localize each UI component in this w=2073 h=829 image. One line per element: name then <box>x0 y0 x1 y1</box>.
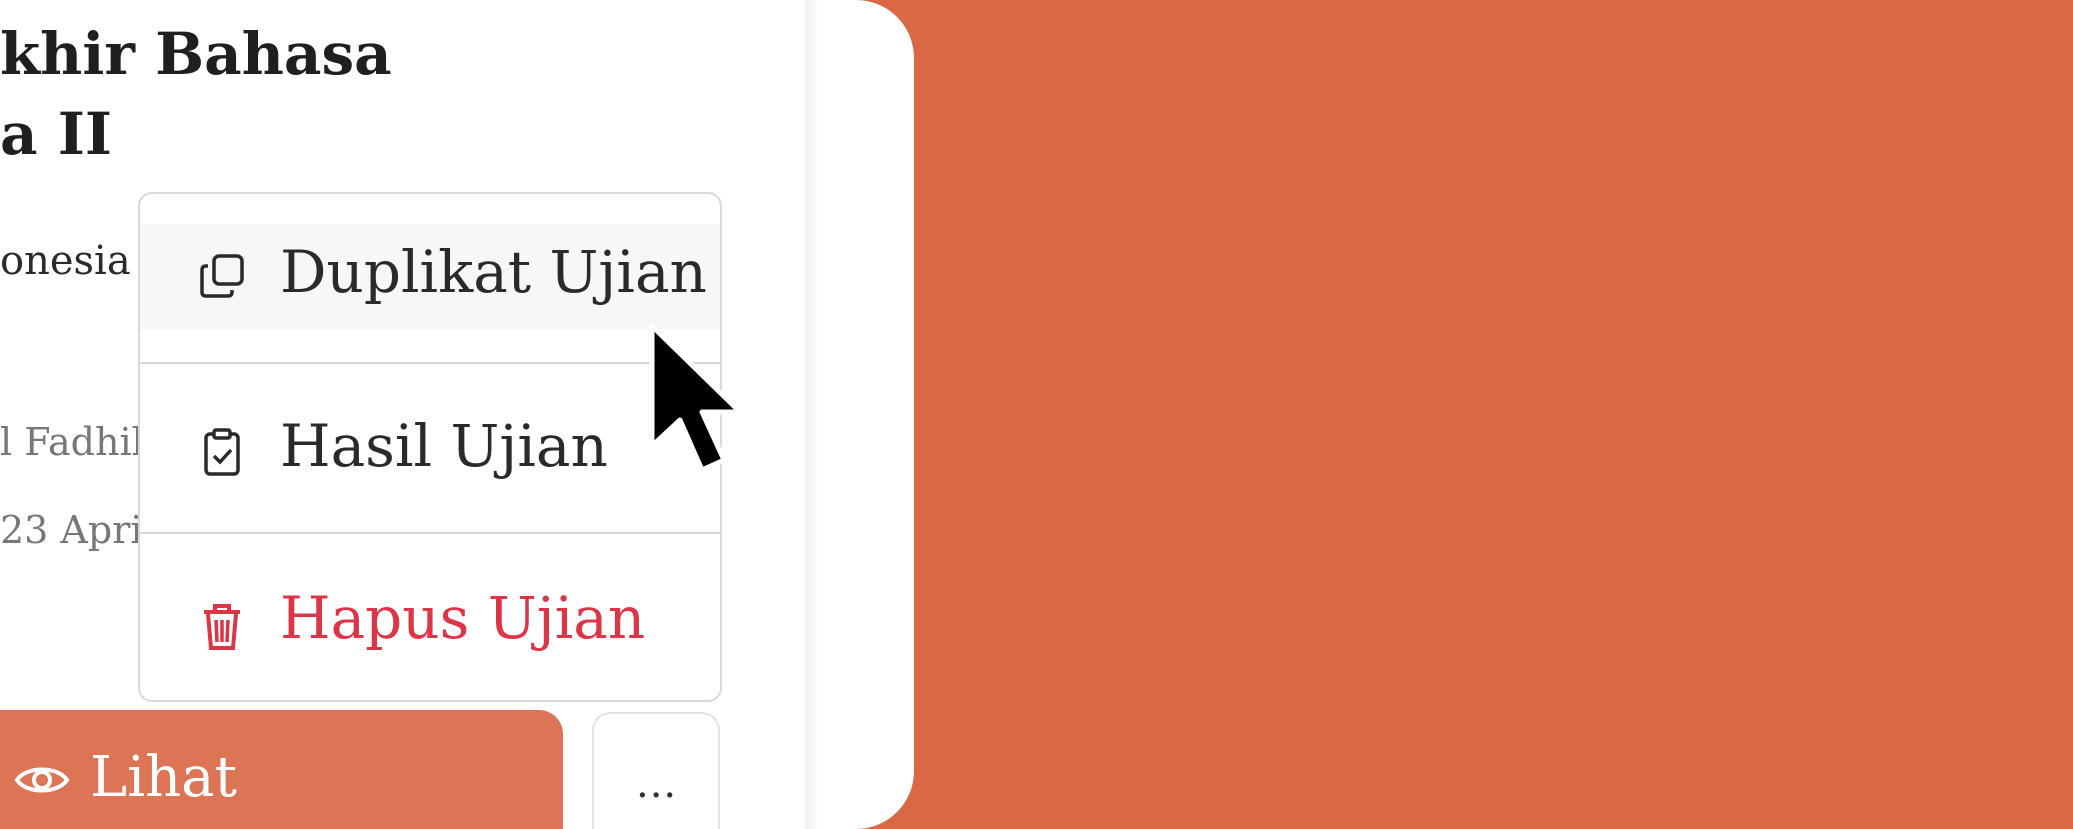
duplicate-icon <box>200 254 244 298</box>
menu-divider <box>140 532 720 534</box>
menu-item-duplicate-exam[interactable]: Duplikat Ujian <box>140 224 720 330</box>
menu-item-label: Hapus Ujian <box>280 584 646 652</box>
menu-item-delete-exam[interactable]: Hapus Ujian <box>140 544 720 694</box>
screen: khir Bahasa a II onesia l Fadhil 23 Apri… <box>0 0 2073 829</box>
more-options-button[interactable]: ... <box>592 712 720 829</box>
view-button-label: Lihat <box>90 745 238 810</box>
exam-title-line-2: a II <box>0 100 113 168</box>
more-dots-icon: ... <box>636 761 678 807</box>
clipboard-check-icon <box>204 428 240 476</box>
view-button[interactable]: Lihat <box>0 710 563 829</box>
trash-icon <box>204 604 240 650</box>
mouse-pointer-icon <box>649 323 743 473</box>
menu-item-exam-results[interactable]: Hasil Ujian <box>140 374 720 524</box>
menu-item-label: Duplikat Ujian <box>280 238 707 306</box>
exam-title-line-1: khir Bahasa <box>0 20 392 88</box>
exam-title: khir Bahasa a II <box>0 14 392 174</box>
menu-divider <box>140 362 720 364</box>
menu-item-label: Hasil Ujian <box>280 412 608 480</box>
panel-divider <box>805 0 817 829</box>
exam-actions-dropdown: Duplikat Ujian Hasil Ujian Hapus Ujian <box>138 192 722 702</box>
exam-author: l Fadhil <box>0 420 144 464</box>
eye-icon <box>14 767 70 793</box>
exam-subject: onesia <box>0 238 131 284</box>
exam-date: 23 Apri <box>0 508 143 552</box>
